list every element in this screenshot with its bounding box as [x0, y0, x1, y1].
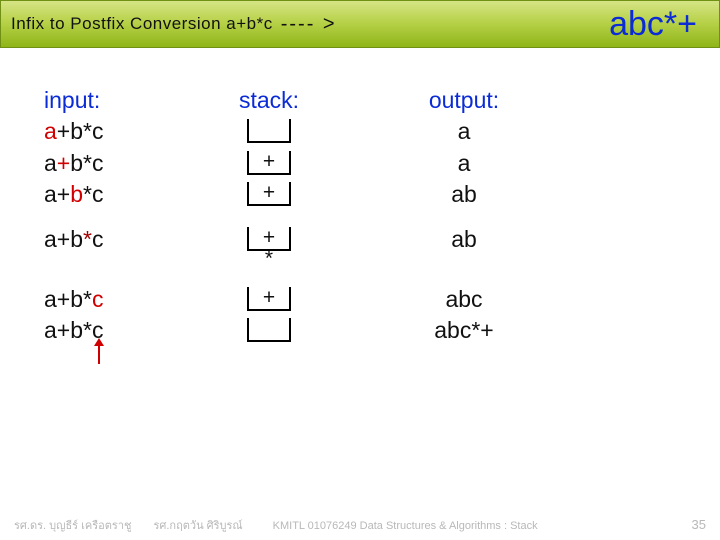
header-output: output: [354, 84, 574, 116]
footer: รศ.ดร. บุญธีร์ เครือตราชู รศ.กฤตวัน ศิริ… [0, 516, 720, 534]
output-value: ab [354, 179, 574, 210]
header-stack: stack: [184, 84, 354, 116]
table-row: a+b*c + a [44, 148, 574, 179]
header-input: input: [44, 84, 184, 116]
output-value: a [354, 148, 574, 179]
input-expression: a+b*c [44, 179, 184, 210]
title-text: Infix to Postfix Conversion a+b*c [11, 14, 273, 34]
input-expression: a+b*c [44, 224, 184, 255]
table-row: a+b*c abc*+ [44, 315, 574, 347]
output-value: abc*+ [354, 315, 574, 346]
input-expression: a+b*c [44, 148, 184, 179]
stack-cell: + [184, 179, 354, 210]
input-expression: a+b*c [44, 116, 184, 147]
stack-icon: + [247, 287, 291, 311]
end-of-input-arrow-icon [92, 338, 106, 366]
output-value: ab [354, 224, 574, 255]
stack-icon [247, 119, 291, 143]
table-row: a+b*c + abc [44, 284, 574, 315]
table-row: a+b*c+*ab [44, 224, 574, 270]
stack-icon: + [247, 227, 291, 251]
input-expression: a+b*c [44, 315, 184, 346]
title-arrow: ---- > [281, 13, 337, 36]
footer-course: KMITL 01076249 Data Structures & Algorit… [273, 520, 538, 532]
stack-icon: + [247, 182, 291, 206]
slide-content: input: stack: output: a+b*caa+b*c+aa+b*c… [0, 48, 720, 347]
footer-author2: รศ.กฤตวัน ศิริบูรณ์ [153, 516, 242, 534]
stack-cell: + [184, 148, 354, 179]
stack-icon [247, 318, 291, 342]
page-number: 35 [692, 517, 706, 532]
stack-cell: +* [184, 224, 354, 270]
title-bar: Infix to Postfix Conversion a+b*c ---- >… [0, 0, 720, 48]
stack-cell: + [184, 284, 354, 315]
stack-icon: + [247, 151, 291, 175]
title-result: abc*+ [609, 5, 697, 44]
output-value: abc [354, 284, 574, 315]
stack-cell [184, 315, 354, 347]
table-header-row: input: stack: output: [44, 84, 574, 116]
input-expression: a+b*c [44, 284, 184, 315]
conversion-table: input: stack: output: a+b*caa+b*c+aa+b*c… [44, 84, 574, 347]
stack-cell [184, 116, 354, 148]
table-row: a+b*c a [44, 116, 574, 148]
footer-author1: รศ.ดร. บุญธีร์ เครือตราชู [14, 516, 131, 534]
table-row: a+b*c + ab [44, 179, 574, 210]
output-value: a [354, 116, 574, 147]
